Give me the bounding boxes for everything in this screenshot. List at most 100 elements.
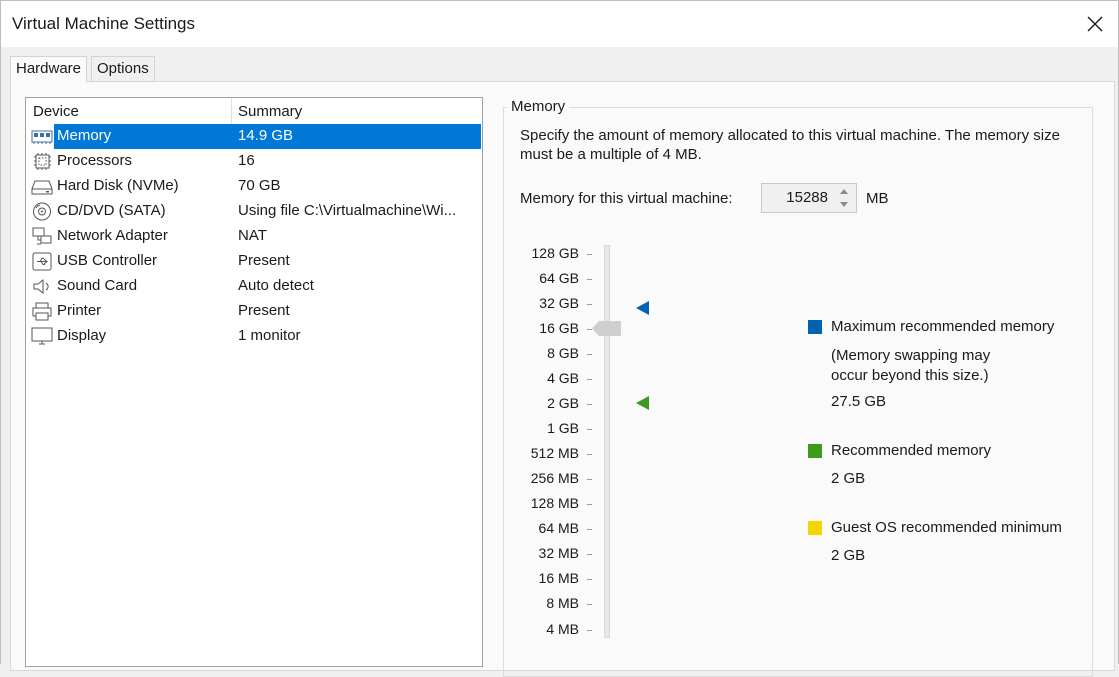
scale-label: 16 GB	[539, 320, 579, 336]
recommended-swatch	[808, 444, 822, 458]
device-summary: NAT	[238, 227, 267, 244]
device-row-cd-dvd[interactable]: CD/DVD (SATA) Using file C:\Virtualmachi…	[26, 199, 482, 224]
scale-tick	[587, 429, 592, 430]
max-recommended-swatch	[808, 320, 822, 334]
scale-label: 8 MB	[546, 595, 579, 611]
device-row-network-adapter[interactable]: Network Adapter NAT	[26, 224, 482, 249]
scale-tick	[587, 404, 592, 405]
list-header: Device Summary	[26, 98, 482, 124]
scale-tick	[587, 279, 592, 280]
scale-tick	[587, 504, 592, 505]
chevron-down-icon	[840, 202, 848, 207]
device-summary: 1 monitor	[238, 327, 301, 344]
scale-tick	[587, 529, 592, 530]
max-recommended-marker-icon	[636, 301, 649, 315]
tab-options-label: Options	[97, 60, 149, 77]
device-name: Sound Card	[57, 277, 138, 294]
memory-spinbox[interactable]: 15288	[761, 183, 857, 213]
device-name: USB Controller	[57, 252, 158, 269]
scale-tick	[587, 479, 592, 480]
scale-label: 2 GB	[547, 395, 579, 411]
memory-description: Specify the amount of memory allocated t…	[520, 127, 1060, 163]
scale-tick	[587, 579, 592, 580]
device-row-usb-controller[interactable]: USB Controller Present	[26, 249, 482, 274]
chevron-up-icon	[840, 189, 848, 194]
scale-label: 512 MB	[530, 445, 579, 461]
network-adapter-icon	[32, 227, 52, 245]
device-summary: Present	[238, 302, 290, 319]
speaker-icon	[33, 278, 49, 295]
device-summary: Present	[238, 252, 290, 269]
scale-tick	[587, 630, 592, 631]
scale-label: 8 GB	[547, 345, 579, 361]
spin-buttons	[834, 185, 854, 211]
scale-label: 128 GB	[531, 245, 579, 261]
recommended-value: 2 GB	[831, 470, 866, 487]
scale-tick	[587, 254, 592, 255]
max-recommended-note: (Memory swapping may occur beyond this s…	[831, 347, 991, 384]
scale-label: 4 MB	[546, 621, 579, 637]
cd-dvd-icon	[33, 202, 51, 221]
scale-label: 64 MB	[538, 520, 579, 536]
device-name: Memory	[57, 127, 112, 144]
increment-button[interactable]	[834, 185, 854, 198]
scale-label: 128 MB	[530, 495, 579, 511]
tab-options[interactable]: Options	[91, 56, 155, 82]
scale-label: 32 GB	[539, 295, 579, 311]
monitor-icon	[31, 327, 53, 345]
device-name: Processors	[57, 152, 133, 169]
close-button[interactable]	[1072, 1, 1118, 47]
memory-slider-track[interactable]	[604, 245, 610, 638]
device-row-display[interactable]: Display 1 monitor	[26, 324, 482, 349]
window-title: Virtual Machine Settings	[12, 14, 196, 33]
device-list[interactable]: Device Summary Memory 14.9 GB Processors…	[25, 97, 483, 667]
title-bar: Virtual Machine Settings	[1, 1, 1118, 47]
device-row-sound-card[interactable]: Sound Card Auto detect	[26, 274, 482, 299]
tab-hardware[interactable]: Hardware	[10, 56, 88, 83]
device-summary: Using file C:\Virtualmachine\Wi...	[238, 202, 457, 219]
scale-label: 1 GB	[547, 420, 579, 436]
scale-label: 64 GB	[539, 270, 579, 286]
guest-minimum-value: 2 GB	[831, 547, 866, 564]
scale-tick	[587, 454, 592, 455]
tab-hardware-label: Hardware	[16, 60, 82, 77]
device-name: Printer	[57, 302, 102, 319]
column-header-device[interactable]: Device	[33, 103, 79, 120]
device-name: CD/DVD (SATA)	[57, 202, 166, 219]
device-row-processors[interactable]: Processors 16	[26, 149, 482, 174]
device-summary: 14.9 GB	[238, 127, 294, 144]
device-row-hard-disk[interactable]: Hard Disk (NVMe) 70 GB	[26, 174, 482, 199]
device-row-printer[interactable]: Printer Present	[26, 299, 482, 324]
device-summary: 70 GB	[238, 177, 281, 194]
scale-label: 4 GB	[547, 370, 579, 386]
scale-label: 256 MB	[530, 470, 579, 486]
device-name: Network Adapter	[57, 227, 168, 244]
guest-minimum-label: Guest OS recommended minimum	[831, 519, 1062, 536]
guest-minimum-swatch	[808, 521, 822, 535]
max-recommended-value: 27.5 GB	[831, 393, 887, 410]
scale-tick	[587, 379, 592, 380]
memory-slider-thumb[interactable]	[592, 321, 621, 336]
hard-disk-icon	[31, 180, 53, 195]
scale-tick	[587, 304, 592, 305]
close-icon	[1087, 16, 1103, 32]
memory-icon	[31, 130, 53, 144]
recommended-label: Recommended memory	[831, 442, 992, 459]
printer-icon	[32, 302, 52, 321]
memory-group-label: Memory	[507, 98, 570, 115]
device-summary: Auto detect	[238, 277, 314, 294]
memory-unit: MB	[866, 190, 889, 207]
scale-tick	[587, 354, 592, 355]
decrement-button[interactable]	[834, 198, 854, 211]
memory-field-label: Memory for this virtual machine:	[520, 190, 733, 207]
scale-tick	[587, 604, 592, 605]
scale-tick	[587, 554, 592, 555]
device-summary: 16	[238, 152, 255, 169]
device-row-memory[interactable]: Memory 14.9 GB	[26, 124, 482, 149]
max-recommended-label: Maximum recommended memory	[831, 318, 1055, 335]
column-separator[interactable]	[231, 98, 232, 124]
device-name: Display	[57, 327, 107, 344]
scale-label: 32 MB	[538, 545, 579, 561]
memory-value[interactable]: 15288	[786, 189, 828, 206]
column-header-summary[interactable]: Summary	[238, 103, 302, 120]
